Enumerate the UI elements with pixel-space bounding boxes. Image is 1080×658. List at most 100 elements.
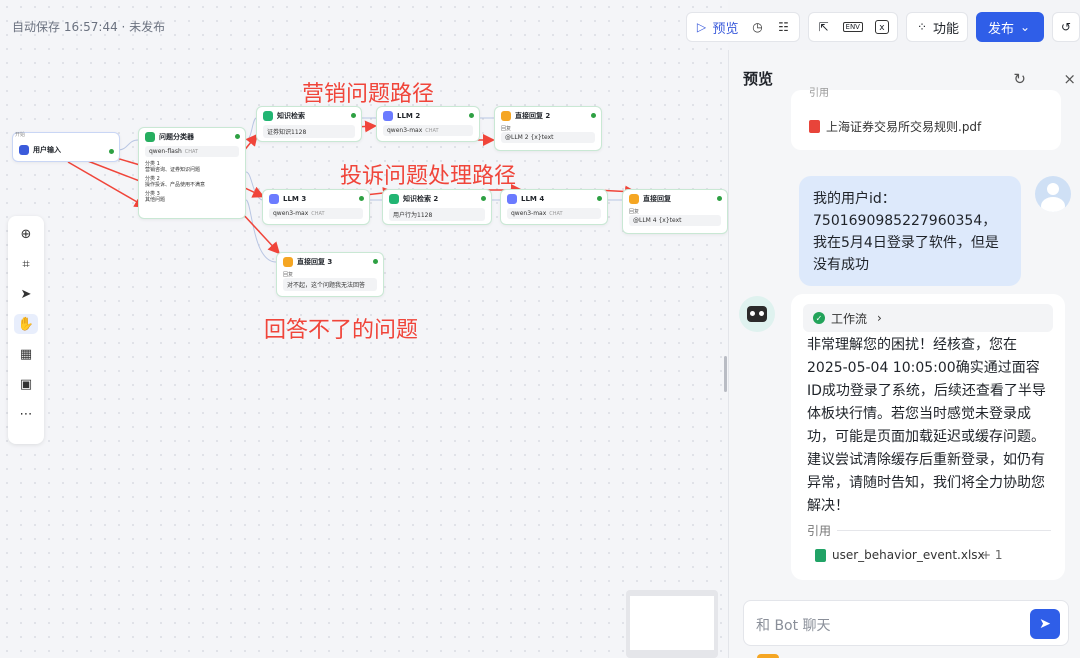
node-kb1[interactable]: 知识检索 证券知识1128	[256, 106, 362, 142]
classifier-icon	[145, 132, 155, 142]
prev-ref-file[interactable]: 上海证券交易所交易规则.pdf	[809, 118, 981, 135]
status-dot	[109, 149, 114, 154]
play-icon: ▷	[696, 20, 707, 34]
top-toolbar: ▷ 预览 ◷ ☷ ⇱ ENV x ⁘ 功能 发布 ⌄ ↺	[685, 12, 1080, 42]
minimap[interactable]	[626, 590, 718, 658]
publish-label: 发布	[987, 21, 1014, 37]
case-3: 分类 3 其他问题	[145, 191, 239, 203]
model-name: qwen3-max	[511, 210, 547, 217]
more-icon[interactable]: ⋯	[14, 404, 38, 424]
features-label: 功能	[932, 21, 959, 37]
status-dot	[351, 113, 356, 118]
case-text: 营销咨询、证券知识问题	[145, 167, 201, 173]
chat-input-placeholder: 和 Bot 聊天	[756, 618, 831, 634]
model-name: qwen-flash	[149, 148, 182, 155]
node-classifier[interactable]: 问题分类器 qwen-flash CHAT 分类 1 营销咨询、证券知识问题 分类 …	[138, 127, 246, 219]
reply-content: @LLM 4 {x}text	[629, 215, 721, 226]
bot-message-text: 非常理解您的困扰！经核查，您在2025-05-04 10:05:00确实通过面容…	[807, 337, 1046, 514]
workflow-toggle[interactable]: ✓ 工作流 ›	[803, 304, 1053, 332]
add-node-icon[interactable]: ⊕	[14, 224, 38, 244]
pointer-icon[interactable]: ➤	[14, 284, 38, 304]
workflow-canvas[interactable]: 自动保存 16:57:44 · 未发布 开始 用户输入 问题分类器 qwen-f…	[0, 0, 728, 658]
close-icon[interactable]: ×	[1063, 70, 1076, 88]
cite-file[interactable]: user_behavior_event.xlsx	[815, 548, 985, 562]
features-button[interactable]: ⁘ 功能	[915, 18, 959, 37]
preview-panel: 预览 ↻ × 引用 上海证券交易所交易规则.pdf 我的用户id：7501690…	[728, 50, 1080, 658]
node-title: LLM 3	[283, 195, 307, 203]
minimap-viewport	[630, 596, 714, 650]
export-icon[interactable]: ⇱	[817, 20, 831, 34]
llm-icon	[507, 194, 517, 204]
user-message: 我的用户id：7501690985227960354，我在5月4日登录了软件，但…	[799, 176, 1021, 286]
variable-icon[interactable]: x	[874, 20, 889, 34]
model-name: qwen3-max	[387, 127, 423, 134]
reply-label: 回复	[283, 272, 294, 278]
bot-avatar-icon	[739, 296, 775, 332]
reply-icon	[283, 257, 293, 267]
node-llm4[interactable]: LLM 4 qwen3-max CHAT	[500, 189, 608, 225]
cite-more[interactable]: + 1	[981, 548, 1003, 562]
node-title: 知识检索 2	[403, 195, 439, 203]
node-llm3[interactable]: LLM 3 qwen3-max CHAT	[262, 189, 370, 225]
refresh-icon[interactable]: ↻	[1013, 70, 1026, 88]
node-group-label: 开始	[15, 132, 26, 138]
llm-icon	[383, 111, 393, 121]
tools-group: ⇱ ENV x	[807, 12, 898, 42]
checklist-icon[interactable]: ☷	[777, 20, 791, 34]
node-reply3[interactable]: 直接回复 3 回复 对不起，这个问题我无法回答	[276, 252, 384, 297]
case-text: 操作投诉、产品使用不满意	[145, 182, 206, 188]
chat-input[interactable]: 和 Bot 聊天 ➤	[743, 600, 1069, 646]
kb-source: 用户行为1128	[389, 208, 485, 221]
node-title: 直接回复 2	[515, 112, 551, 120]
llm-icon	[269, 194, 279, 204]
pdf-file-icon	[809, 120, 820, 133]
check-icon: ✓	[813, 312, 825, 324]
model-tag: CHAT	[549, 211, 563, 217]
node-start[interactable]: 开始 用户输入	[12, 132, 120, 162]
history-icon[interactable]: ↺	[1059, 20, 1073, 34]
node-reply2[interactable]: 直接回复 2 回复 @LLM 2 {x}text	[494, 106, 602, 151]
send-button[interactable]: ➤	[1030, 609, 1060, 639]
chevron-down-icon: ⌄	[1019, 20, 1031, 34]
reply-content: @LLM 2 {x}text	[501, 132, 595, 143]
case-1: 分类 1 营销咨询、证券知识问题	[145, 161, 239, 173]
node-kb2[interactable]: 知识检索 2 用户行为1128	[382, 189, 492, 225]
panel-resize-handle[interactable]	[724, 356, 727, 392]
hand-icon[interactable]: ✋	[14, 314, 38, 334]
knowledge-icon	[263, 111, 273, 121]
status-dot	[481, 196, 486, 201]
node-reply1[interactable]: 直接回复 回复 @LLM 4 {x}text	[622, 189, 728, 234]
env-icon[interactable]: ENV	[842, 22, 863, 32]
minimap-icon[interactable]: ▣	[14, 374, 38, 394]
add-comment-icon[interactable]: ⌗	[14, 254, 38, 274]
reply-icon	[629, 194, 639, 204]
panel-title: 预览	[743, 70, 774, 88]
status-dot	[597, 196, 602, 201]
publish-button[interactable]: 发布 ⌄	[975, 12, 1044, 42]
excel-file-icon	[815, 548, 826, 562]
bottom-avatar-chip	[757, 654, 779, 658]
run-history-icon[interactable]: ◷	[751, 20, 765, 34]
status-dot	[469, 113, 474, 118]
case-2: 分类 2 操作投诉、产品使用不满意	[145, 176, 239, 188]
annotation-marketing: 营销问题路径	[302, 82, 435, 107]
history-group: ↺	[1052, 12, 1080, 42]
node-title: LLM 2	[397, 112, 421, 120]
node-title: 知识检索	[277, 112, 305, 120]
annotation-complaint: 投诉问题处理路径	[340, 164, 517, 189]
model-tag: CHAT	[425, 128, 439, 134]
node-title: 直接回复 3	[297, 258, 333, 266]
node-llm2[interactable]: LLM 2 qwen3-max CHAT	[376, 106, 480, 142]
reply-icon	[501, 111, 511, 121]
cite-divider	[837, 530, 1051, 531]
kb-source: 证券知识1128	[263, 125, 355, 138]
bot-message: ✓ 工作流 › 非常理解您的困扰！经核查，您在2025-05-04 10:05:00…	[791, 294, 1065, 580]
status-dot	[591, 113, 596, 118]
layout-icon[interactable]: ▦	[14, 344, 38, 364]
features-group: ⁘ 功能	[905, 12, 968, 42]
preview-button[interactable]: ▷ 预览	[695, 18, 739, 37]
knowledge-icon	[389, 194, 399, 204]
input-icon	[19, 145, 29, 155]
reply-content: 对不起，这个问题我无法回答	[283, 278, 377, 291]
preview-group: ▷ 预览 ◷ ☷	[685, 12, 800, 42]
